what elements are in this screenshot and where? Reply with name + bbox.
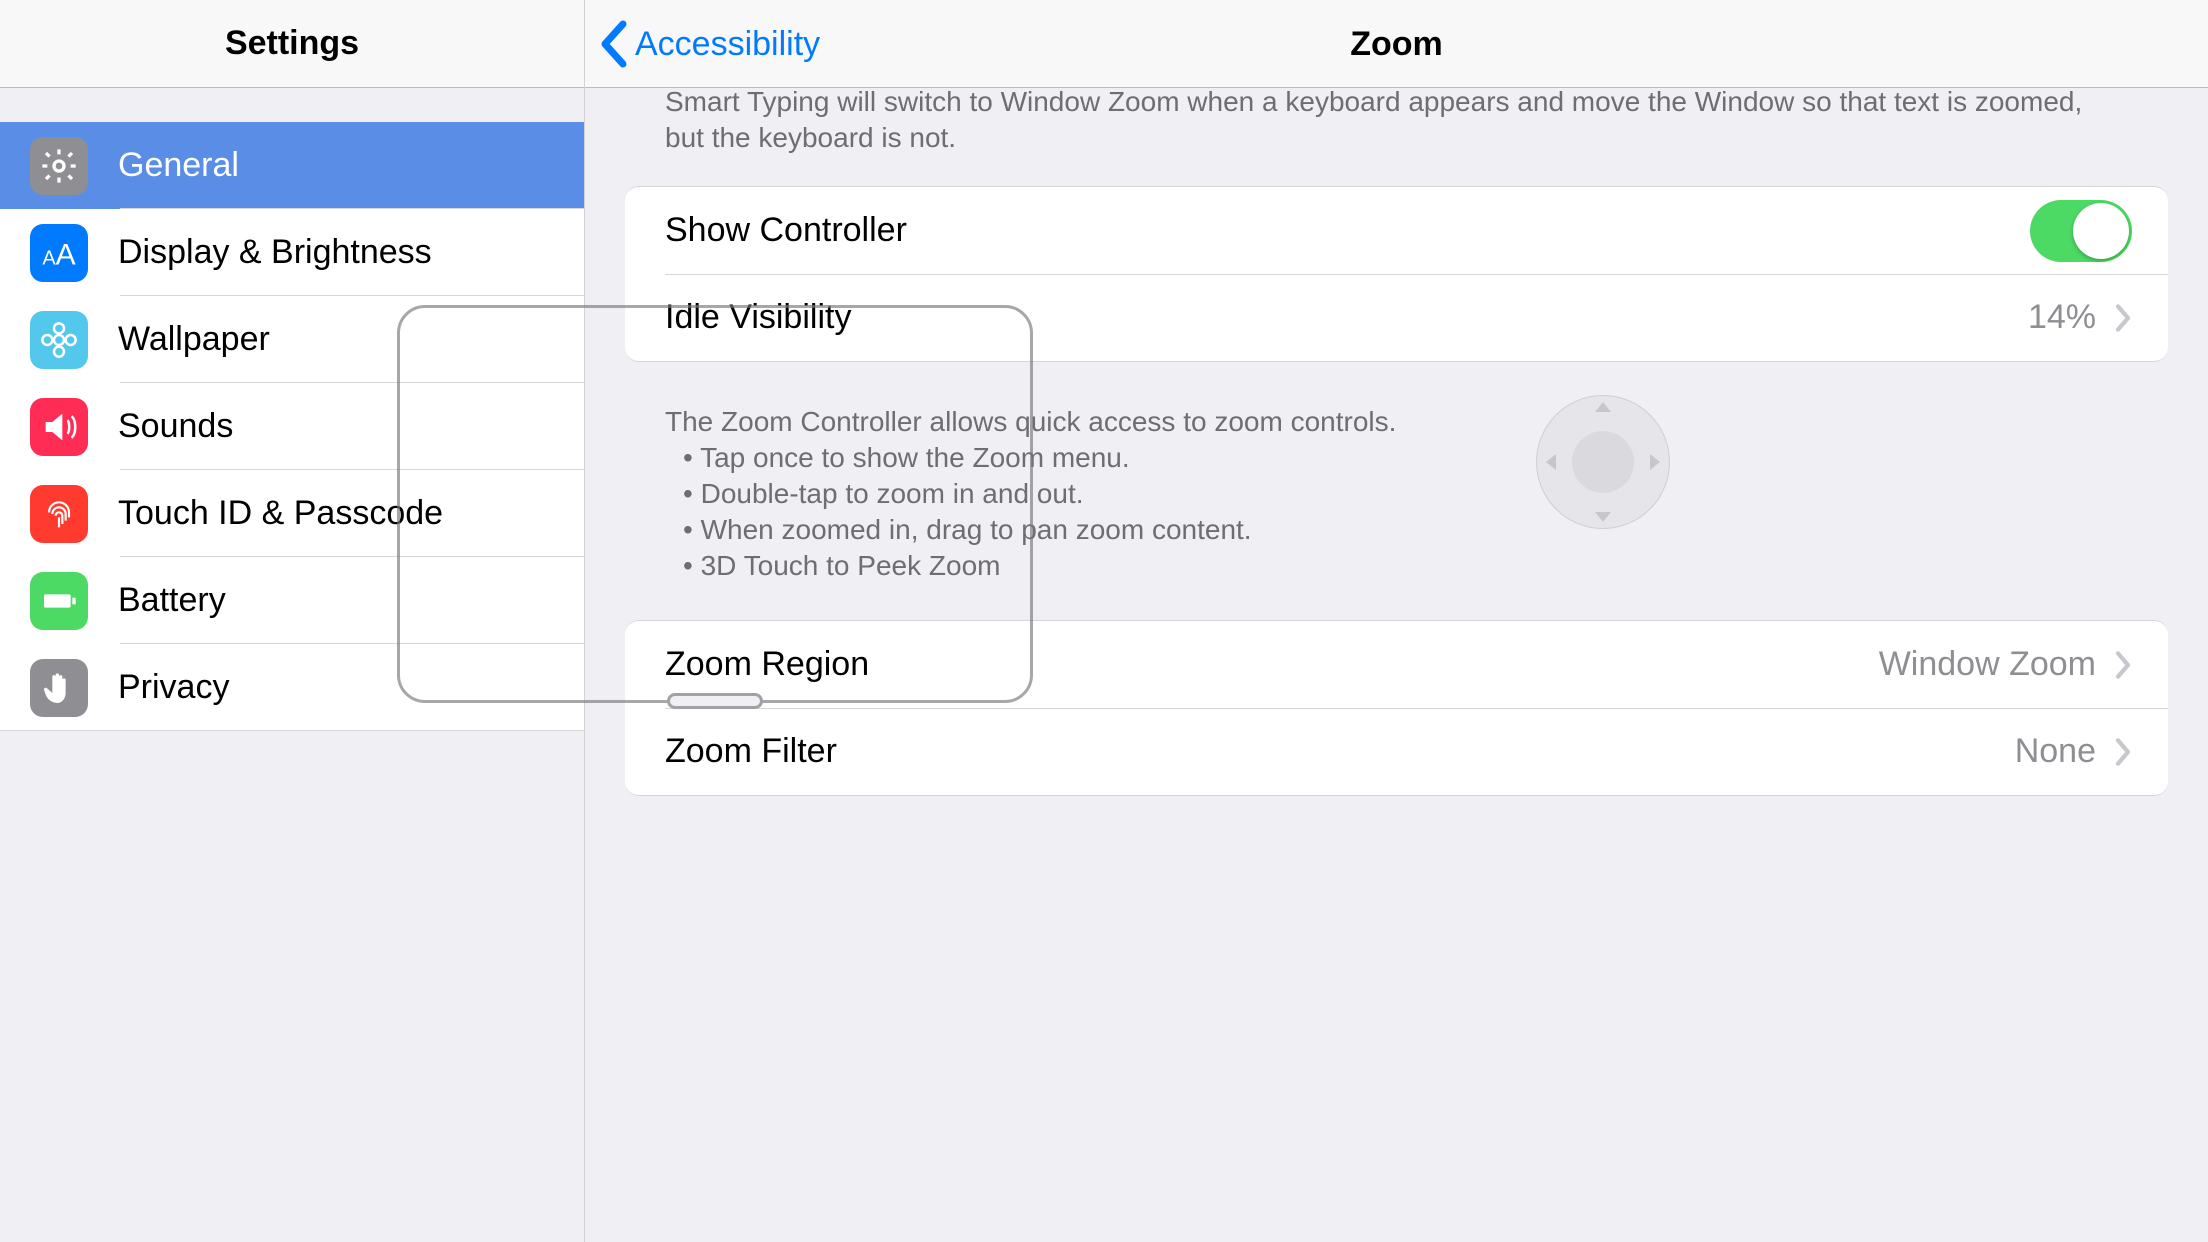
flower-icon bbox=[30, 311, 88, 369]
gear-icon bbox=[30, 137, 88, 195]
back-label: Accessibility bbox=[635, 25, 820, 64]
sidebar-item-privacy[interactable]: Privacy bbox=[0, 644, 584, 731]
sidebar-item-label: General bbox=[118, 146, 239, 185]
row-value: None bbox=[2015, 732, 2096, 771]
row-value: 14% bbox=[2028, 298, 2096, 337]
svg-text:A: A bbox=[56, 238, 76, 271]
fingerprint-icon bbox=[30, 485, 88, 543]
show-controller-switch[interactable] bbox=[2030, 200, 2132, 262]
sidebar-item-label: Touch ID & Passcode bbox=[118, 494, 443, 533]
sidebar-item-label: Sounds bbox=[118, 407, 233, 446]
back-button[interactable]: Accessibility bbox=[599, 0, 820, 88]
sidebar-item-label: Display & Brightness bbox=[118, 233, 432, 272]
text-size-icon: AA bbox=[30, 224, 88, 282]
chevron-right-icon bbox=[2114, 650, 2132, 680]
battery-icon bbox=[30, 572, 88, 630]
show-controller-row[interactable]: Show Controller bbox=[625, 187, 2168, 274]
zoom-region-row[interactable]: Zoom Region Window Zoom bbox=[625, 621, 2168, 708]
note-bullet: Tap once to show the Zoom menu. bbox=[665, 440, 2128, 476]
row-label: Zoom Filter bbox=[665, 732, 2015, 771]
idle-visibility-row[interactable]: Idle Visibility 14% bbox=[625, 274, 2168, 361]
sidebar-list: General AA Display & Brightness Wallpape… bbox=[0, 122, 584, 731]
row-label: Show Controller bbox=[665, 211, 2030, 250]
chevron-right-icon bbox=[2114, 303, 2132, 333]
page-title: Zoom bbox=[585, 0, 2208, 88]
sidebar-item-label: Privacy bbox=[118, 668, 229, 707]
svg-text:A: A bbox=[42, 247, 56, 269]
note-bullet: When zoomed in, drag to pan zoom content… bbox=[665, 512, 2128, 548]
sidebar-item-wallpaper[interactable]: Wallpaper bbox=[0, 296, 584, 383]
sidebar-item-battery[interactable]: Battery bbox=[0, 557, 584, 644]
row-value: Window Zoom bbox=[1879, 645, 2096, 684]
chevron-right-icon bbox=[2114, 737, 2132, 767]
speaker-icon bbox=[30, 398, 88, 456]
sidebar-item-general[interactable]: General bbox=[0, 122, 584, 209]
settings-sidebar: Settings General AA Display & Brightness… bbox=[0, 0, 585, 1242]
detail-header: Accessibility Zoom bbox=[585, 0, 2208, 88]
sidebar-item-display-brightness[interactable]: AA Display & Brightness bbox=[0, 209, 584, 296]
note-bullet: Double-tap to zoom in and out. bbox=[665, 476, 2128, 512]
row-label: Zoom Region bbox=[665, 645, 1879, 684]
sidebar-item-sounds[interactable]: Sounds bbox=[0, 383, 584, 470]
row-label: Idle Visibility bbox=[665, 298, 2028, 337]
sidebar-header: Settings bbox=[0, 0, 584, 88]
chevron-left-icon bbox=[599, 20, 627, 68]
note-lead: The Zoom Controller allows quick access … bbox=[665, 406, 1396, 437]
region-filter-group: Zoom Region Window Zoom Zoom Filter None bbox=[625, 620, 2168, 796]
sidebar-item-touch-id-passcode[interactable]: Touch ID & Passcode bbox=[0, 470, 584, 557]
sidebar-title: Settings bbox=[225, 24, 359, 63]
sidebar-item-label: Wallpaper bbox=[118, 320, 270, 359]
smart-typing-note: Smart Typing will switch to Window Zoom … bbox=[585, 80, 2208, 186]
note-bullet: 3D Touch to Peek Zoom bbox=[665, 548, 2128, 584]
detail-pane: Accessibility Zoom Smart Typing will swi… bbox=[585, 0, 2208, 1242]
controller-group: Show Controller Idle Visibility 14% bbox=[625, 186, 2168, 362]
sidebar-item-label: Battery bbox=[118, 581, 226, 620]
zoom-filter-row[interactable]: Zoom Filter None bbox=[625, 708, 2168, 795]
controller-note: The Zoom Controller allows quick access … bbox=[585, 362, 2208, 620]
detail-body: Smart Typing will switch to Window Zoom … bbox=[585, 88, 2208, 1242]
hand-icon bbox=[30, 659, 88, 717]
